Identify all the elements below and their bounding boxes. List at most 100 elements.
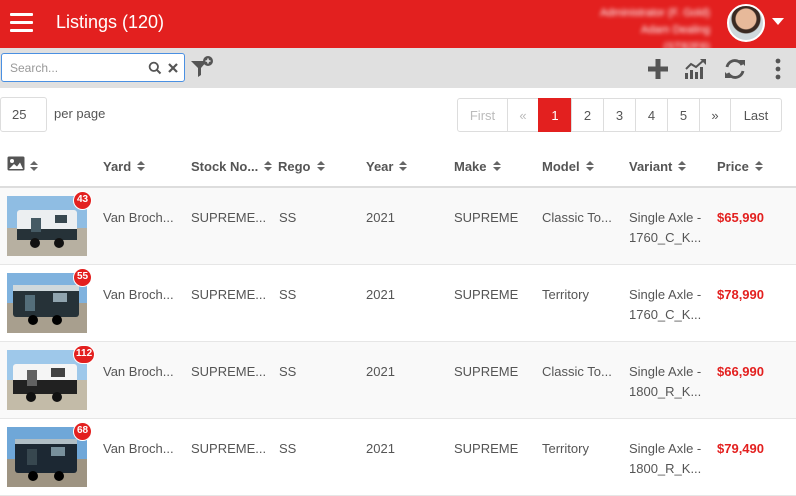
column-label: Variant — [629, 159, 673, 174]
search-icon[interactable] — [148, 61, 162, 75]
cell-yard: Van Broch... — [103, 441, 174, 456]
table-header: Yard Stock No... Rego Year Make Model Va… — [0, 144, 796, 188]
column-header-variant[interactable]: Variant — [629, 159, 687, 174]
cell-make: SUPREME — [454, 441, 519, 456]
cell-yard: Van Broch... — [103, 210, 174, 225]
cell-yard: Van Broch... — [103, 287, 174, 302]
cell-year: 2021 — [366, 441, 395, 456]
pagination: First « 1 2 3 4 5 » Last — [457, 98, 782, 132]
filter-add-icon[interactable] — [190, 55, 216, 81]
search-box — [1, 53, 185, 82]
column-header-model[interactable]: Model — [542, 159, 594, 174]
pagination-row: 25 per page First « 1 2 3 4 5 » Last — [0, 88, 796, 144]
cell-make: SUPREME — [454, 287, 519, 302]
variant-line-2: 1800_R_K... — [629, 384, 702, 399]
page-1[interactable]: 1 — [538, 98, 572, 132]
cell-price: $78,990 — [717, 287, 764, 302]
cell-variant: Single Axle - 1800_R_K... — [629, 439, 701, 479]
page-5[interactable]: 5 — [667, 98, 700, 132]
add-icon[interactable] — [646, 57, 670, 81]
column-header-make[interactable]: Make — [454, 159, 501, 174]
photo-count-badge: 43 — [73, 191, 92, 210]
app-header: Listings (120) Administrator (F. Gold) A… — [0, 0, 796, 53]
cell-rego: SS — [279, 287, 297, 302]
cell-rego: SS — [279, 210, 297, 225]
sort-icon — [316, 161, 325, 172]
variant-line-1: Single Axle - — [629, 441, 702, 456]
cell-stock-no: SUPREME... — [191, 210, 267, 225]
variant-line-1: Single Axle - — [629, 364, 702, 379]
cell-year: 2021 — [366, 364, 395, 379]
cell-stock-no: SUPREME... — [191, 287, 267, 302]
column-header-rego[interactable]: Rego — [278, 159, 325, 174]
cell-variant: Single Axle - 1760_C_K... — [629, 285, 701, 325]
cell-price: $65,990 — [717, 210, 764, 225]
cell-stock-no: SUPREME... — [191, 441, 267, 456]
column-label: Yard — [103, 159, 132, 174]
column-label: Stock No... — [191, 159, 259, 174]
cell-make: SUPREME — [454, 210, 519, 225]
column-header-photo[interactable] — [30, 159, 38, 174]
sort-icon — [137, 161, 146, 172]
cell-price: $79,490 — [717, 441, 764, 456]
column-label: Make — [454, 159, 487, 174]
cell-year: 2021 — [366, 287, 395, 302]
variant-line-2: 1760_C_K... — [629, 230, 702, 245]
cell-price: $66,990 — [717, 364, 764, 379]
column-label: Year — [366, 159, 394, 174]
column-header-stock[interactable]: Stock No... — [191, 159, 273, 174]
page-last[interactable]: Last — [730, 98, 782, 132]
cell-variant: Single Axle - 1800_R_K... — [629, 362, 701, 402]
cell-model: Territory — [542, 441, 589, 456]
cell-rego: SS — [279, 364, 297, 379]
cell-stock-no: SUPREME... — [191, 364, 267, 379]
chevron-down-icon[interactable] — [772, 18, 784, 25]
page-title: Listings (120) — [56, 12, 165, 32]
cell-model: Classic To... — [542, 364, 612, 379]
column-header-yard[interactable]: Yard — [103, 159, 146, 174]
cell-model: Classic To... — [542, 210, 612, 225]
page-first[interactable]: First — [457, 98, 508, 132]
sort-icon — [585, 161, 594, 172]
page-3[interactable]: 3 — [603, 98, 636, 132]
table-row[interactable]: 43 Van Broch... SUPREME... SS 2021 SUPRE… — [0, 188, 796, 265]
clear-icon[interactable] — [166, 61, 180, 75]
table-row[interactable]: 112 Van Broch... SUPREME... SS 2021 SUPR… — [0, 342, 796, 419]
toolbar — [0, 48, 796, 88]
photo-count-badge: 55 — [73, 268, 92, 287]
variant-line-2: 1800_R_K... — [629, 461, 702, 476]
table-row[interactable]: 55 Van Broch... SUPREME... SS 2021 SUPRE… — [0, 265, 796, 342]
cell-yard: Van Broch... — [103, 364, 174, 379]
page-prev[interactable]: « — [507, 98, 539, 132]
stats-icon[interactable] — [684, 57, 708, 81]
column-label: Rego — [278, 159, 311, 174]
page-next[interactable]: » — [699, 98, 731, 132]
sort-icon — [30, 161, 38, 172]
photo-count-badge: 112 — [73, 345, 96, 364]
column-label: Model — [542, 159, 580, 174]
per-page-input[interactable]: 25 — [0, 97, 47, 132]
avatar[interactable] — [727, 4, 765, 42]
photo-count-badge: 68 — [73, 422, 92, 441]
table-row[interactable]: 68 Van Broch... SUPREME... SS 2021 SUPRE… — [0, 419, 796, 496]
cell-variant: Single Axle - 1760_C_K... — [629, 208, 701, 248]
sort-icon — [678, 161, 687, 172]
variant-line-2: 1760_C_K... — [629, 307, 702, 322]
refresh-icon[interactable] — [723, 57, 747, 81]
column-header-year[interactable]: Year — [366, 159, 408, 174]
search-input[interactable] — [10, 59, 142, 77]
column-header-price[interactable]: Price — [717, 159, 763, 174]
per-page-label: per page — [54, 106, 106, 121]
cell-rego: SS — [279, 441, 297, 456]
page-4[interactable]: 4 — [635, 98, 668, 132]
variant-line-1: Single Axle - — [629, 210, 702, 225]
user-name: Administrator (F. Gold) — [599, 7, 710, 19]
cell-model: Territory — [542, 287, 589, 302]
sort-icon — [399, 161, 408, 172]
column-label: Price — [717, 159, 749, 174]
more-vertical-icon[interactable] — [766, 57, 790, 81]
cell-year: 2021 — [366, 210, 395, 225]
cell-make: SUPREME — [454, 364, 519, 379]
page-2[interactable]: 2 — [571, 98, 604, 132]
menu-icon[interactable] — [10, 13, 33, 33]
